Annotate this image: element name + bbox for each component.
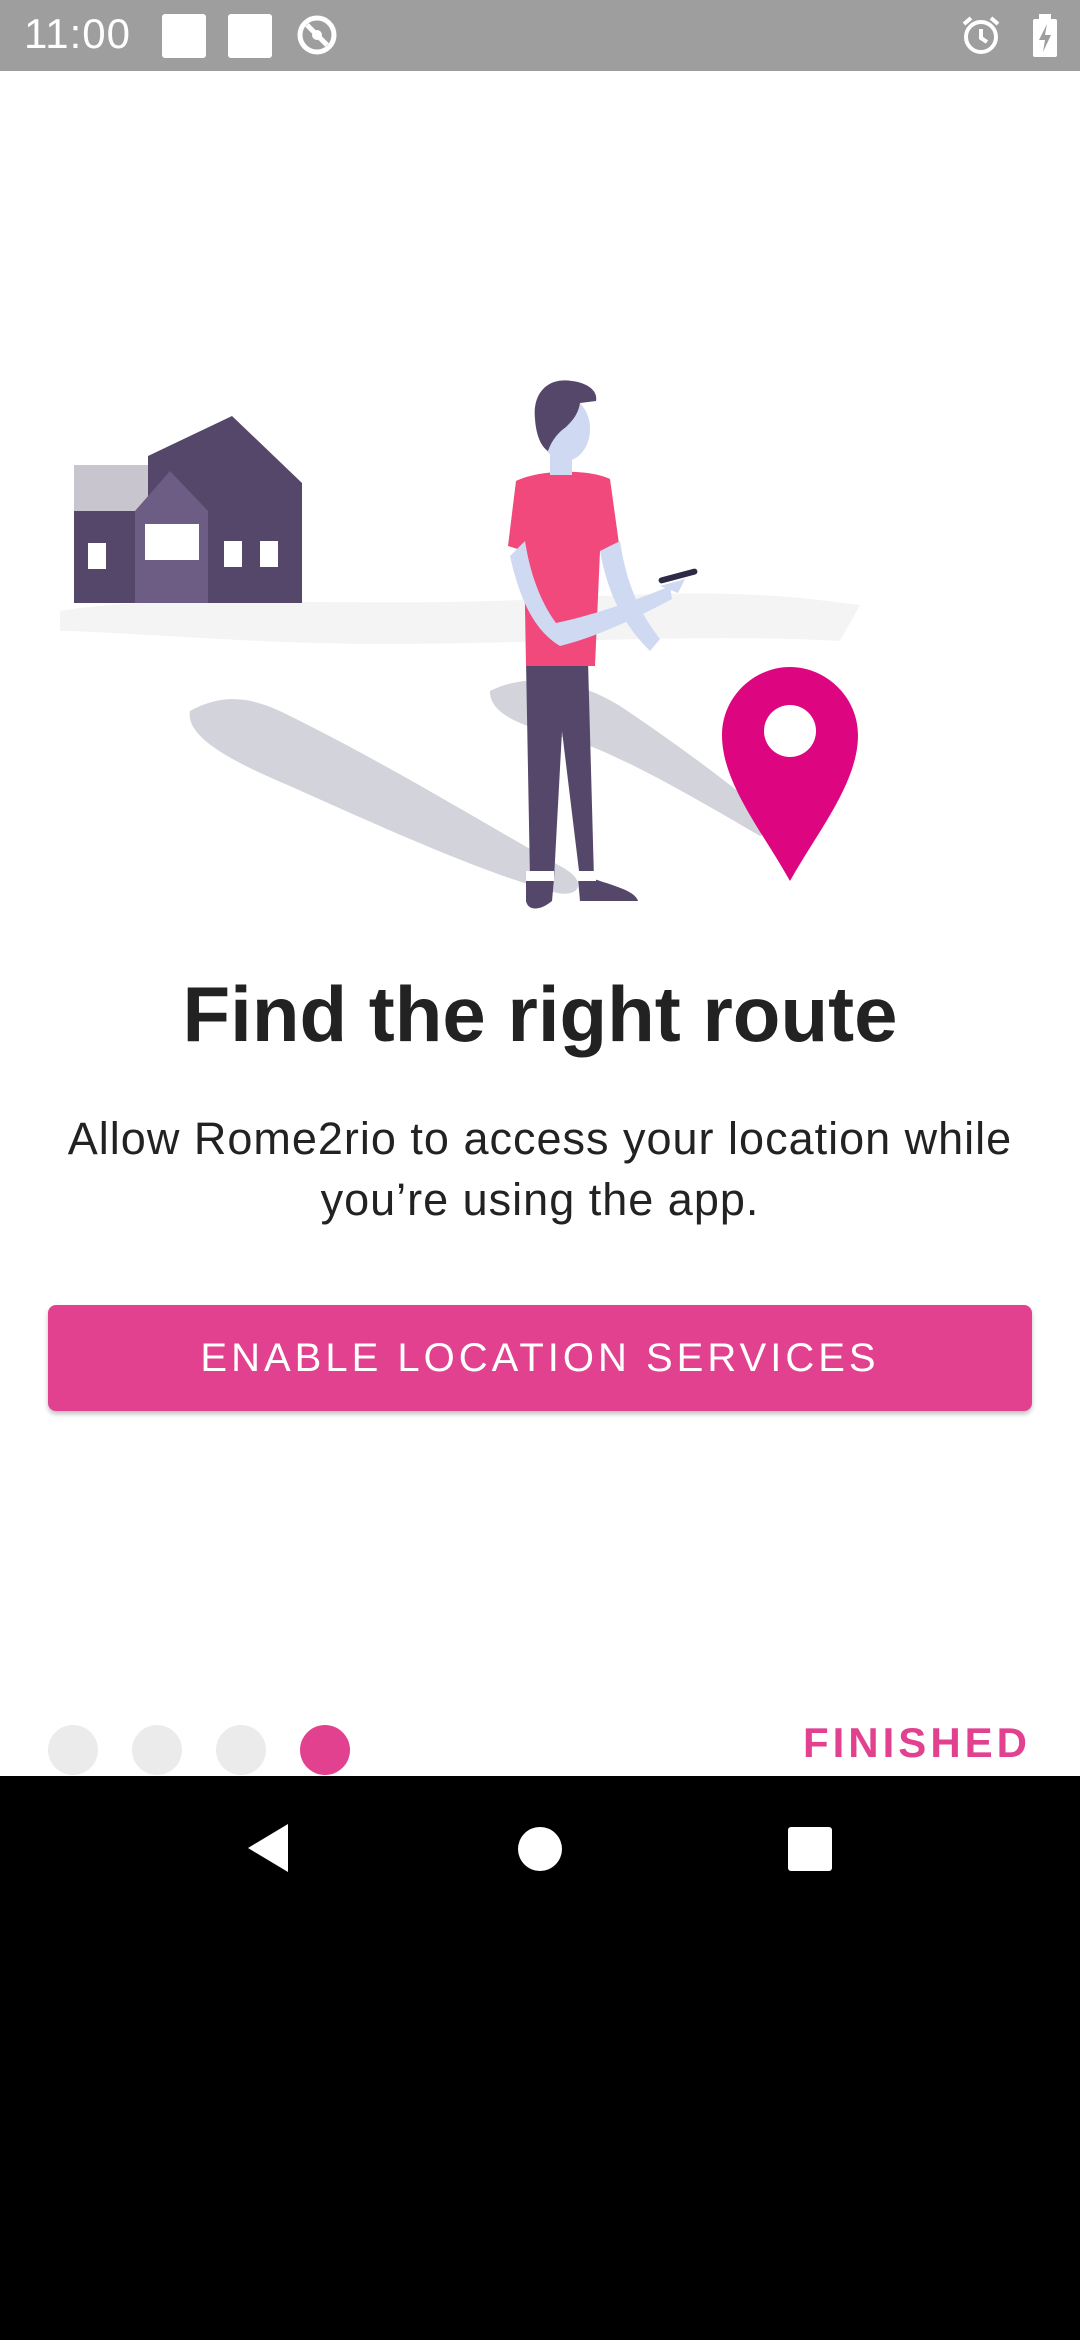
finished-button[interactable]: FINISHED: [803, 1719, 1031, 1767]
status-time: 11:00: [24, 10, 131, 57]
sync-disabled-icon: [297, 15, 337, 55]
notification-square-icon: [162, 14, 206, 58]
page-title: Find the right route: [182, 970, 898, 1058]
page-dot: [48, 1725, 98, 1775]
person-icon: [508, 380, 698, 909]
onboarding-screen: Find the right route Allow Rome2rio to a…: [0, 71, 1080, 1776]
page-dot: [216, 1725, 266, 1775]
houses-icon: [74, 416, 302, 603]
system-navigation-bar: [0, 1776, 1080, 2340]
route-illustration: [60, 380, 860, 909]
shadow-shape: [189, 699, 579, 894]
back-icon[interactable]: [244, 1822, 292, 1874]
battery-charging-icon: [1033, 14, 1057, 57]
page-dot: [132, 1725, 182, 1775]
location-pin-icon: [722, 667, 858, 881]
page-description: Allow Rome2rio to access your location w…: [67, 1113, 1013, 1225]
notification-square-icon: [228, 14, 272, 58]
alarm-icon: [962, 16, 1000, 54]
home-icon[interactable]: [517, 1826, 563, 1872]
enable-location-services-button[interactable]: ENABLE LOCATION SERVICES: [48, 1305, 1032, 1411]
recents-icon[interactable]: [787, 1826, 833, 1872]
page-dot-active: [300, 1725, 350, 1775]
status-bar: 11:00: [0, 0, 1080, 71]
